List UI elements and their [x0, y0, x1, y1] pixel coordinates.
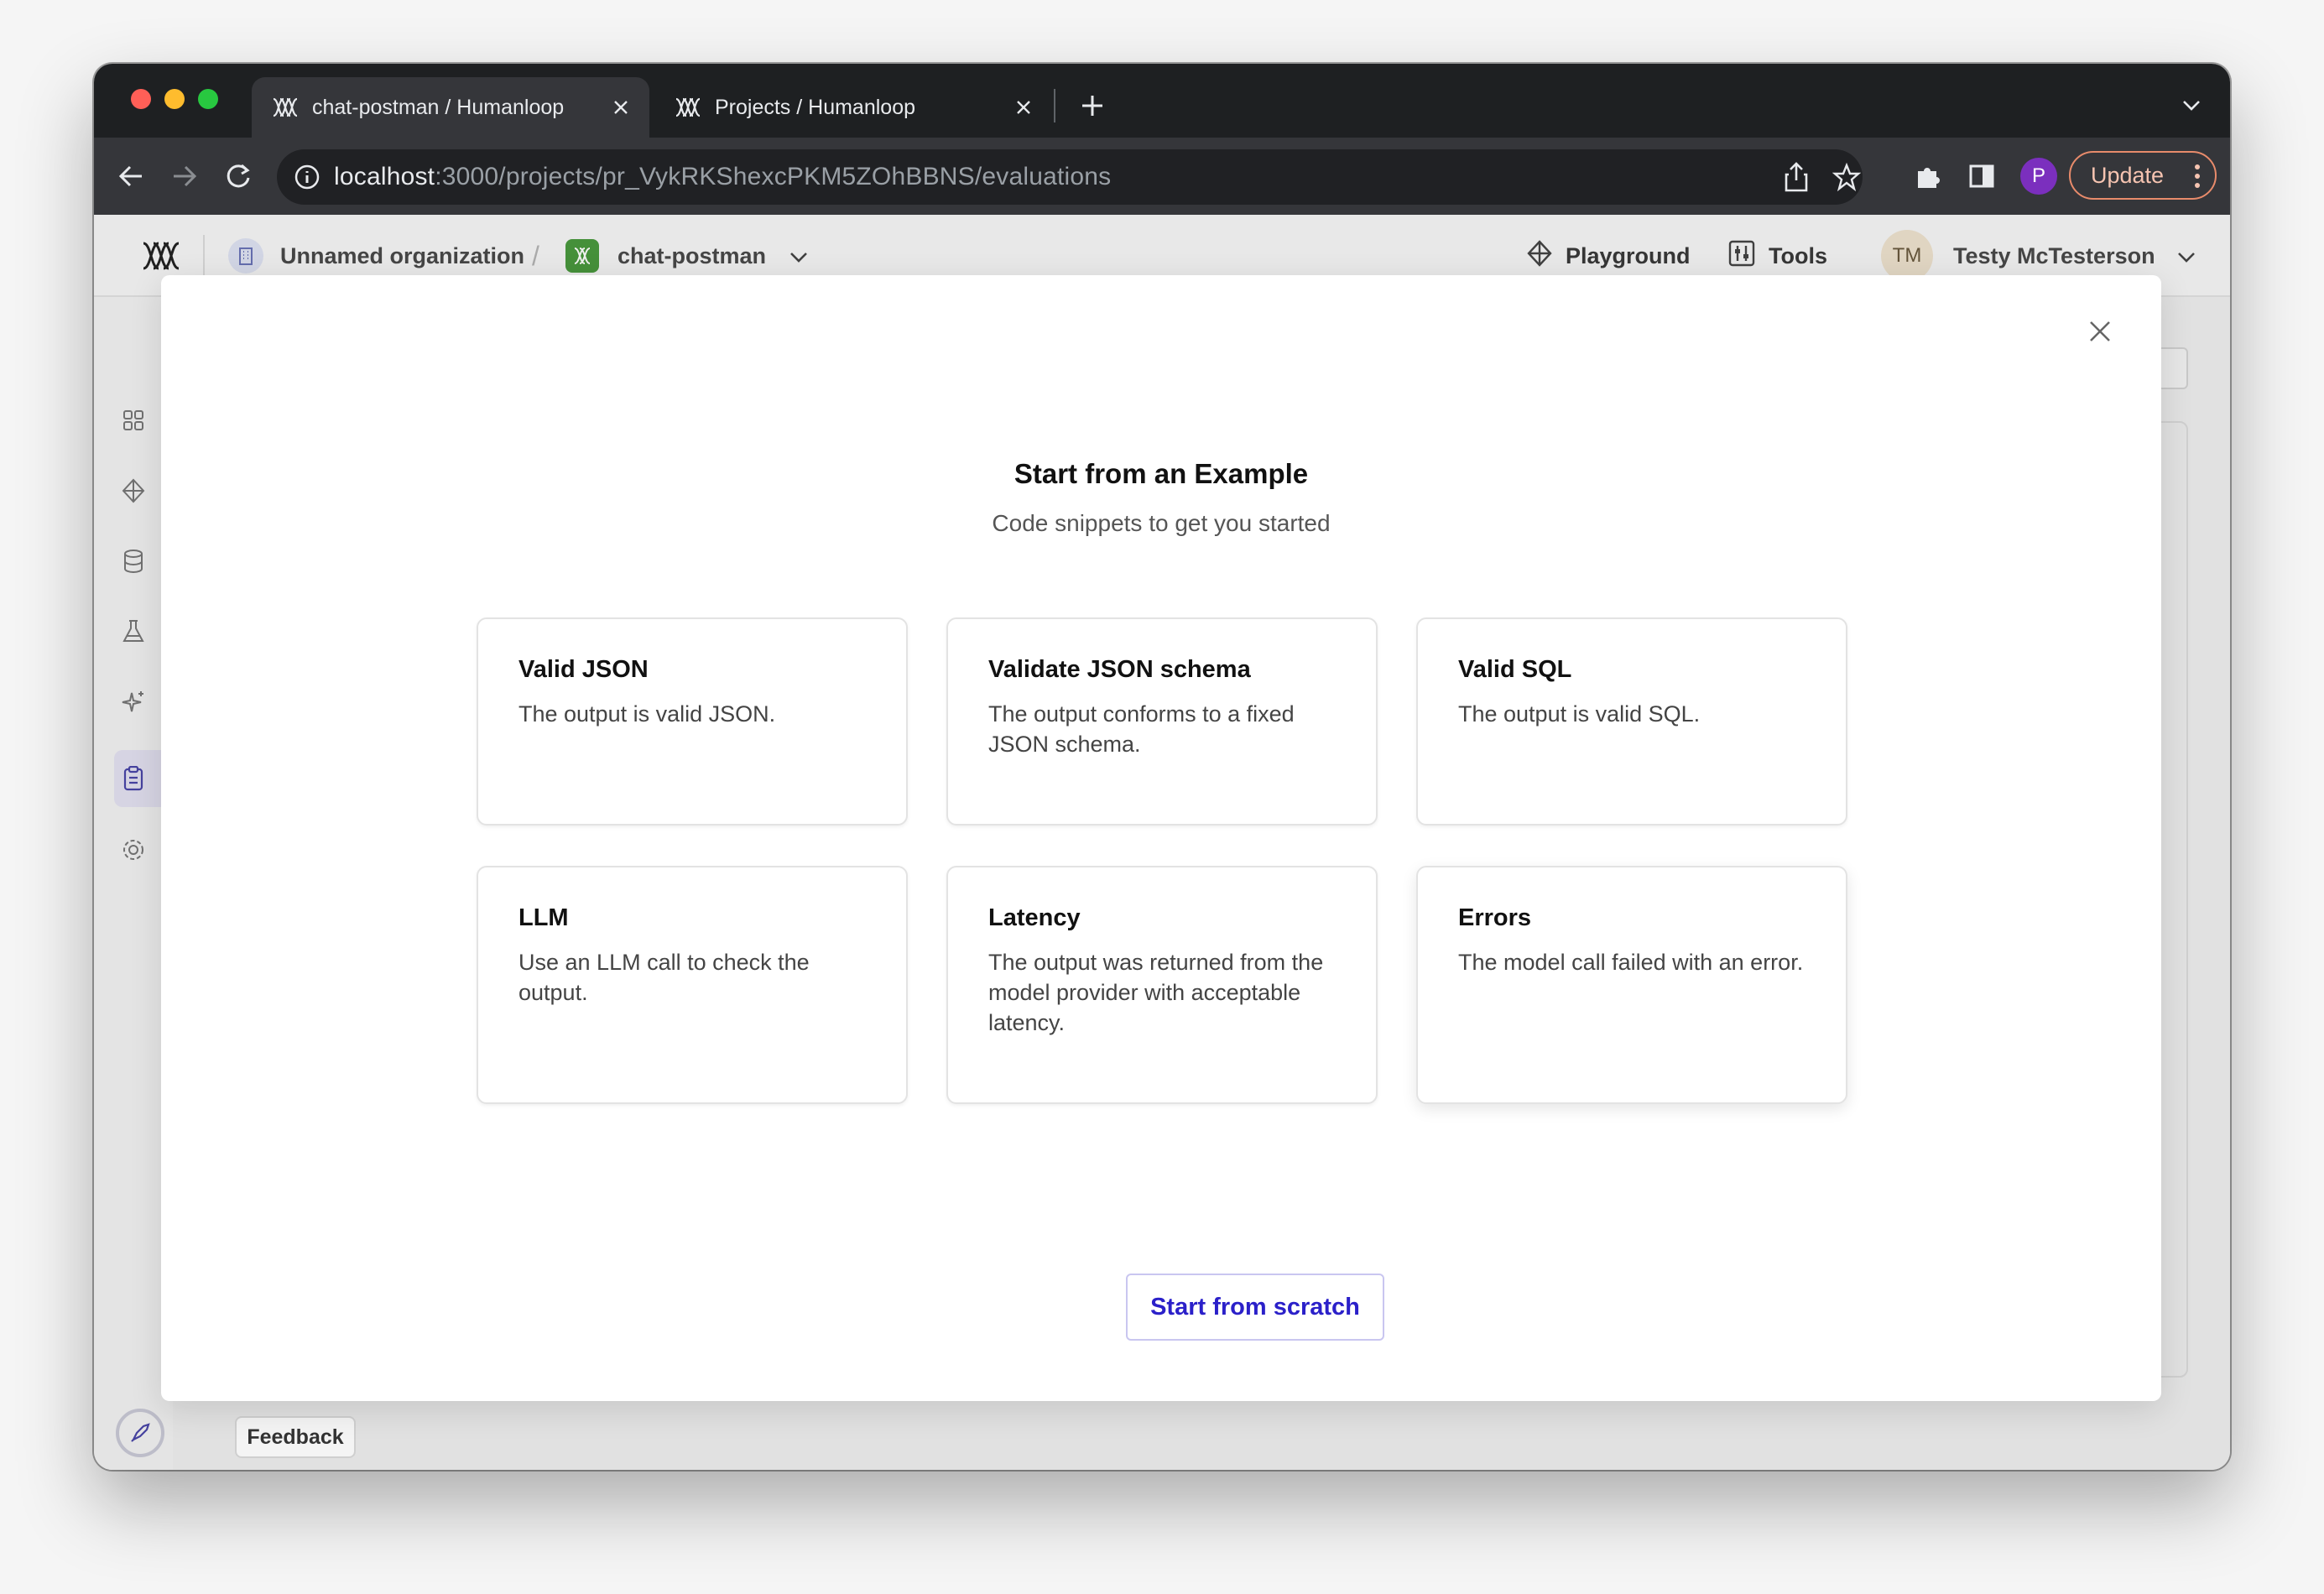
url-path: :3000/projects/pr_VykRKShexcPKM5ZOhBBNS/… — [435, 163, 1112, 190]
card-description: Use an LLM call to check the output. — [518, 950, 810, 1005]
new-tab-icon[interactable] — [1072, 86, 1112, 126]
card-description: The output is valid SQL. — [1458, 701, 1701, 727]
card-description: The model call failed with an error. — [1458, 950, 1804, 975]
share-icon[interactable] — [1779, 159, 1814, 195]
maximize-window-button[interactable] — [198, 89, 218, 109]
url-text: localhost:3000/projects/pr_VykRKShexcPKM… — [334, 163, 1111, 191]
example-card-llm[interactable]: LLM Use an LLM call to check the output. — [477, 866, 908, 1104]
card-title: Valid SQL — [1458, 656, 1572, 683]
card-description: The output conforms to a fixed JSON sche… — [988, 701, 1295, 757]
bookmark-star-icon[interactable] — [1829, 159, 1864, 195]
tab-projects[interactable]: Projects / Humanloop — [654, 77, 1052, 138]
humanloop-logo-icon — [673, 92, 703, 122]
close-window-button[interactable] — [131, 89, 151, 109]
card-title: Latency — [988, 904, 1081, 931]
address-bar[interactable]: localhost:3000/projects/pr_VykRKShexcPKM… — [277, 149, 1863, 205]
example-card-errors[interactable]: Errors The model call failed with an err… — [1416, 866, 1847, 1104]
minimize-window-button[interactable] — [164, 89, 185, 109]
card-title: LLM — [518, 904, 569, 931]
close-tab-icon[interactable] — [1008, 92, 1039, 122]
example-card-latency[interactable]: Latency The output was returned from the… — [946, 866, 1378, 1104]
site-info-icon[interactable] — [292, 162, 322, 192]
forward-icon[interactable] — [164, 156, 205, 196]
reload-icon[interactable] — [218, 156, 258, 196]
modal-title: Start from an Example — [1013, 458, 1309, 489]
browser-window: chat-postman / Humanloop Projects / Huma… — [94, 64, 2230, 1470]
example-card-valid-sql[interactable]: Valid SQL The output is valid SQL. — [1416, 617, 1847, 826]
humanloop-logo-icon — [270, 92, 300, 122]
tab-chat-postman[interactable]: chat-postman / Humanloop — [252, 77, 649, 138]
url-host: localhost — [334, 163, 435, 190]
start-from-scratch-button[interactable]: Start from scratch — [1126, 1274, 1384, 1341]
back-icon[interactable] — [111, 156, 151, 196]
feedback-button[interactable]: Feedback — [235, 1416, 356, 1458]
card-description: The output is valid JSON. — [518, 701, 776, 727]
close-tab-icon[interactable] — [606, 92, 636, 122]
card-title: Errors — [1458, 904, 1532, 931]
example-card-valid-json[interactable]: Valid JSON The output is valid JSON. — [477, 617, 908, 826]
update-label: Update — [2091, 162, 2165, 188]
more-vert-icon[interactable] — [2195, 164, 2200, 194]
extensions-puzzle-icon[interactable] — [1908, 156, 1948, 196]
browser-toolbar: localhost:3000/projects/pr_VykRKShexcPKM… — [94, 138, 2230, 215]
tab-search-chevron-icon[interactable] — [2175, 89, 2208, 122]
modal-subtitle: Code snippets to get you started — [992, 510, 1331, 536]
card-title: Validate JSON schema — [988, 656, 1251, 683]
tab-label: chat-postman / Humanloop — [312, 95, 565, 119]
close-icon[interactable] — [2081, 312, 2119, 351]
tab-strip: chat-postman / Humanloop Projects / Huma… — [94, 64, 2230, 138]
tab-label: Projects / Humanloop — [715, 95, 916, 119]
tab-divider — [1054, 89, 1055, 122]
card-description: The output was returned from the model p… — [988, 950, 1324, 1035]
update-button[interactable]: Update — [2069, 151, 2217, 200]
profile-avatar[interactable]: P — [2020, 158, 2057, 195]
example-card-validate-json-schema[interactable]: Validate JSON schema The output conforms… — [946, 617, 1378, 826]
card-title: Valid JSON — [518, 656, 649, 683]
side-panel-icon[interactable] — [1962, 156, 2002, 196]
example-picker-modal: Start from an Example Code snippets to g… — [161, 275, 2161, 1401]
